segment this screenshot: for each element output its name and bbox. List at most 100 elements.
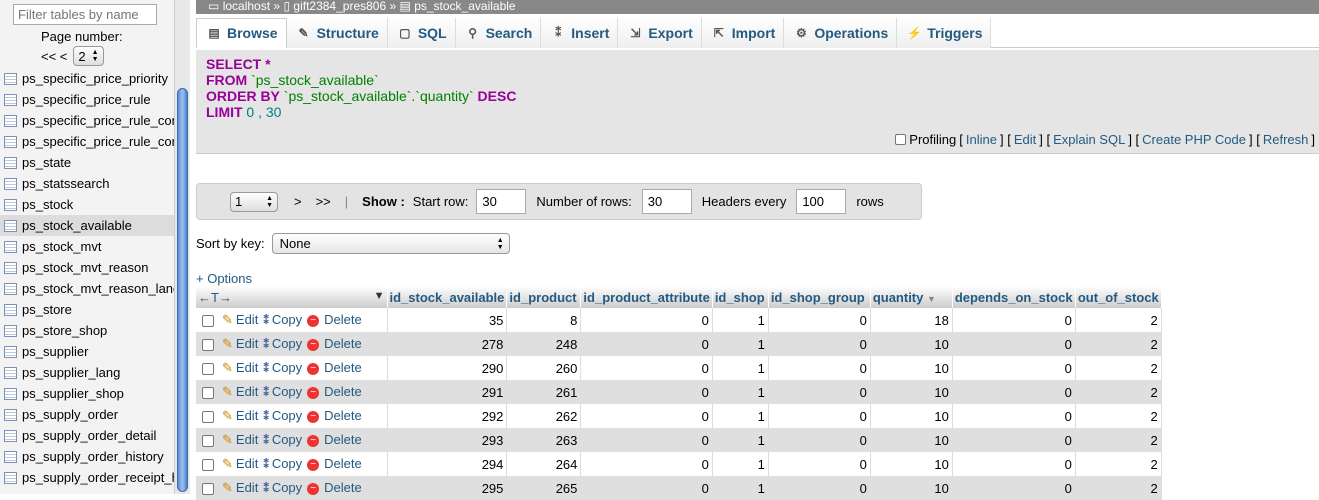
table-icon[interactable] — [4, 261, 17, 274]
table-cell[interactable]: 248 — [506, 332, 582, 356]
tab-operations[interactable]: ⚙ Operations — [784, 18, 898, 48]
table-cell[interactable]: 10 — [870, 404, 953, 428]
scrollbar-thumb[interactable] — [177, 88, 188, 492]
tab-export[interactable]: ⇲ Export — [618, 18, 702, 48]
table-icon[interactable] — [4, 177, 17, 190]
table-cell[interactable]: 8 — [506, 308, 582, 332]
table-cell[interactable]: 10 — [870, 428, 953, 452]
copy-link[interactable]: Copy — [272, 408, 302, 423]
dropdown-triangle-icon[interactable]: ▼ — [374, 290, 385, 302]
tab-import[interactable]: ⇱ Import — [701, 18, 785, 48]
table-cell[interactable]: 294 — [387, 452, 508, 476]
table-cell[interactable]: 0 — [952, 356, 1076, 380]
table-cell[interactable]: 290 — [387, 356, 508, 380]
sidebar-table-item[interactable]: ps_store — [0, 299, 174, 320]
table-cell[interactable]: 0 — [952, 404, 1076, 428]
delete-link[interactable]: Delete — [324, 384, 362, 399]
table-icon[interactable] — [4, 387, 17, 400]
table-cell[interactable]: 0 — [952, 332, 1076, 356]
sidebar-table-item[interactable]: ps_store_shop — [0, 320, 174, 341]
sort-desc-icon[interactable]: ▼ — [927, 294, 936, 304]
copy-icon[interactable]: ⁑ — [263, 459, 269, 471]
delete-link[interactable]: Delete — [324, 360, 362, 375]
copy-link[interactable]: Copy — [272, 432, 302, 447]
breadcrumb-database[interactable]: gift2384_pres806 — [293, 0, 386, 13]
sidebar-table-name[interactable]: ps_supply_order_history — [22, 449, 164, 464]
sidebar-table-item[interactable]: ps_stock_available — [0, 215, 174, 236]
copy-icon[interactable]: ⁑ — [263, 435, 269, 447]
sidebar-table-item[interactable]: ps_specific_price_priority — [0, 68, 174, 89]
sidebar-table-name[interactable]: ps_store — [22, 302, 72, 317]
copy-icon[interactable]: ⁑ — [263, 315, 269, 327]
table-icon[interactable] — [4, 471, 17, 484]
table-cell[interactable]: 0 — [768, 308, 871, 332]
sidebar-table-item[interactable]: ps_stock_mvt_reason_lang — [0, 278, 174, 299]
column-header-id-product[interactable]: id_product — [506, 286, 582, 308]
delete-icon[interactable]: − — [307, 482, 320, 495]
headers-every-input[interactable]: 100 — [796, 189, 847, 214]
breadcrumb-table[interactable]: ps_stock_available — [414, 0, 515, 13]
row-checkbox[interactable] — [202, 314, 214, 327]
column-header-label[interactable]: id_shop — [715, 290, 765, 305]
column-header-id-shop-group[interactable]: id_shop_group — [768, 286, 871, 308]
next-page-button[interactable]: > — [294, 194, 302, 209]
sidebar-table-item[interactable]: ps_supply_order_receipt_history — [0, 467, 174, 488]
copy-link[interactable]: Copy — [272, 384, 302, 399]
copy-icon[interactable]: ⁑ — [263, 363, 269, 375]
column-header-label[interactable]: id_product — [509, 290, 576, 305]
table-cell[interactable]: 0 — [768, 404, 871, 428]
table-icon[interactable] — [4, 450, 17, 463]
sidebar-table-name[interactable]: ps_store_shop — [22, 323, 107, 338]
table-cell[interactable]: 35 — [387, 308, 508, 332]
row-checkbox[interactable] — [202, 338, 214, 351]
sidebar-table-item[interactable]: ps_supplier_lang — [0, 362, 174, 383]
tab-structure[interactable]: ✎ Structure — [286, 18, 388, 48]
table-icon[interactable] — [4, 366, 17, 379]
table-icon[interactable] — [4, 198, 17, 211]
copy-icon[interactable]: ⁑ — [263, 339, 269, 351]
edit-link[interactable]: Edit — [236, 408, 258, 423]
copy-link[interactable]: Copy — [272, 336, 302, 351]
table-cell[interactable]: 262 — [506, 404, 582, 428]
sidebar-table-item[interactable]: ps_specific_price_rule_condition — [0, 110, 174, 131]
table-cell[interactable]: 264 — [506, 452, 582, 476]
sidebar-table-name[interactable]: ps_specific_price_rule_condition_group — [22, 134, 174, 149]
delete-link[interactable]: Delete — [324, 336, 362, 351]
sidebar-table-name[interactable]: ps_statssearch — [22, 176, 109, 191]
row-checkbox[interactable] — [202, 482, 214, 495]
row-checkbox[interactable] — [202, 410, 214, 423]
sidebar-table-name[interactable]: ps_supplier — [22, 344, 89, 359]
table-cell[interactable]: 1 — [712, 380, 769, 404]
copy-link[interactable]: Copy — [272, 480, 302, 495]
sidebar-table-item[interactable]: ps_specific_price_rule_condition_group — [0, 131, 174, 152]
table-cell[interactable]: 1 — [712, 308, 769, 332]
table-cell[interactable]: 0 — [768, 356, 871, 380]
table-cell[interactable]: 0 — [768, 380, 871, 404]
pencil-icon[interactable]: ✎ — [222, 312, 233, 327]
table-icon[interactable] — [4, 93, 17, 106]
column-header-id-stock-available[interactable]: id_stock_available — [387, 286, 508, 308]
sidebar-table-name[interactable]: ps_supplier_lang — [22, 365, 120, 380]
table-cell[interactable]: 0 — [580, 404, 713, 428]
copy-icon[interactable]: ⁑ — [263, 411, 269, 423]
sidebar-scrollbar[interactable] — [174, 0, 190, 494]
table-cell[interactable]: 291 — [387, 380, 508, 404]
pager-prev-links[interactable]: << < — [41, 49, 67, 64]
table-icon[interactable] — [4, 303, 17, 316]
sidebar-table-name[interactable]: ps_supply_order_detail — [22, 428, 156, 443]
sidebar-table-name[interactable]: ps_supply_order — [22, 407, 118, 422]
edit-link[interactable]: Edit — [236, 336, 258, 351]
delete-icon[interactable]: − — [307, 458, 320, 471]
copy-icon[interactable]: ⁑ — [263, 483, 269, 495]
table-cell[interactable]: 1 — [712, 356, 769, 380]
table-cell[interactable]: 0 — [952, 476, 1076, 500]
delete-link[interactable]: Delete — [324, 432, 362, 447]
create-php-code-link[interactable]: Create PHP Code — [1142, 132, 1246, 147]
table-cell[interactable]: 1 — [712, 476, 769, 500]
delete-link[interactable]: Delete — [324, 456, 362, 471]
table-cell[interactable]: 10 — [870, 332, 953, 356]
table-cell[interactable]: 0 — [768, 476, 871, 500]
column-header-depends-on-stock[interactable]: depends_on_stock — [952, 286, 1076, 308]
sidebar-table-item[interactable]: ps_supply_order — [0, 404, 174, 425]
column-header-out-of-stock[interactable]: out_of_stock — [1075, 286, 1162, 308]
